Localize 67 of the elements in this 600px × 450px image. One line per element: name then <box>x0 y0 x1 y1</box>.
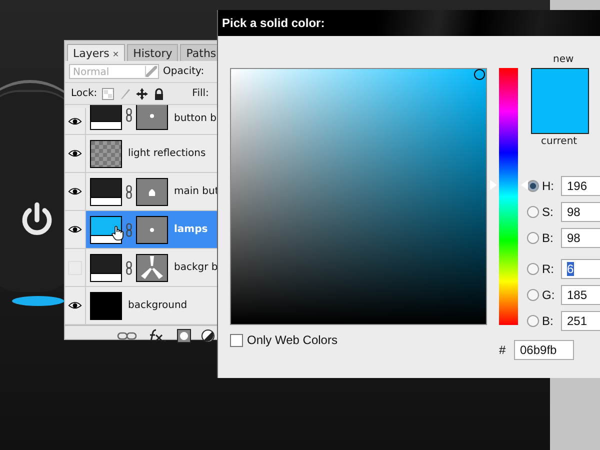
link-icon <box>126 260 132 274</box>
layer-thumbnail <box>90 178 122 206</box>
layer-mask-thumbnail <box>136 105 168 130</box>
radio-button[interactable] <box>527 263 539 275</box>
input-field[interactable]: 98 <box>561 228 600 248</box>
canvas-background <box>550 0 600 10</box>
field-label: B: <box>542 231 554 245</box>
eye-icon[interactable] <box>68 149 82 158</box>
hand-cursor-icon <box>111 225 125 241</box>
field-label: S: <box>542 205 554 219</box>
hash-label: # <box>499 343 507 357</box>
field-label: R: <box>542 262 555 276</box>
color-swatch <box>531 68 589 134</box>
radio-button[interactable] <box>527 289 539 301</box>
lock-label: Lock: <box>71 88 98 99</box>
layer-thumbnail <box>90 254 122 282</box>
dialog-title: Pick a solid color: <box>218 10 600 36</box>
field-label: G: <box>542 288 556 302</box>
layer-thumbnail <box>90 292 122 320</box>
layer-mask-thumbnail <box>136 178 168 206</box>
mask-icon[interactable] <box>177 328 191 342</box>
current-label: current <box>541 136 578 147</box>
color-selector-handle[interactable] <box>474 69 485 80</box>
link-icon <box>126 108 132 122</box>
layer-name: light reflections <box>128 148 206 159</box>
eye-icon[interactable] <box>68 187 82 196</box>
effects-icon[interactable] <box>147 328 167 342</box>
hex-input-field[interactable]: 06b9fb <box>514 340 574 360</box>
input-field[interactable]: 251 <box>561 311 600 331</box>
canvas-background <box>550 378 600 450</box>
eye-icon[interactable] <box>68 301 82 310</box>
radio-button[interactable] <box>527 315 539 327</box>
panel-tab[interactable]: Layers ✕ <box>67 44 126 61</box>
panel-tab[interactable]: History <box>127 44 178 61</box>
layer-mask-thumbnail <box>136 254 168 282</box>
adjustment-icon[interactable] <box>201 328 215 342</box>
web-colors-checkbox[interactable]: Only Web Colors <box>230 333 338 347</box>
move-icon[interactable] <box>136 88 148 100</box>
layer-mask-thumbnail <box>136 216 168 244</box>
radio-button[interactable] <box>527 232 539 244</box>
fill-label: Fill: <box>192 88 209 99</box>
layer-name: button b <box>174 113 217 124</box>
lock-icon[interactable] <box>153 88 166 100</box>
layer-name: background <box>128 300 188 311</box>
layer-name: backgr b <box>174 262 218 273</box>
layer-thumbnail <box>90 216 122 244</box>
field-label: H: <box>542 179 555 193</box>
link-icon <box>126 222 132 236</box>
checker-icon[interactable] <box>102 88 114 100</box>
link-icon[interactable] <box>117 332 137 340</box>
radio-button[interactable] <box>527 206 539 218</box>
input-field[interactable]: 185 <box>561 285 600 305</box>
layer-thumbnail <box>90 140 122 168</box>
close-icon[interactable]: ✕ <box>112 50 120 59</box>
eye-icon[interactable] <box>68 225 82 234</box>
input-field[interactable]: 98 <box>561 202 600 222</box>
input-field[interactable]: 196 <box>561 176 600 196</box>
layer-thumbnail <box>90 105 122 130</box>
field-label: B: <box>542 314 554 328</box>
link-icon <box>126 184 132 198</box>
opacity-label: Opacity: <box>163 66 204 77</box>
layer-name: lamps <box>174 224 208 235</box>
new-label: new <box>553 54 574 65</box>
input-field[interactable]: 6 <box>561 259 600 279</box>
eye-icon[interactable] <box>68 116 82 126</box>
radio-button[interactable] <box>527 180 539 192</box>
color-field[interactable] <box>230 68 487 325</box>
